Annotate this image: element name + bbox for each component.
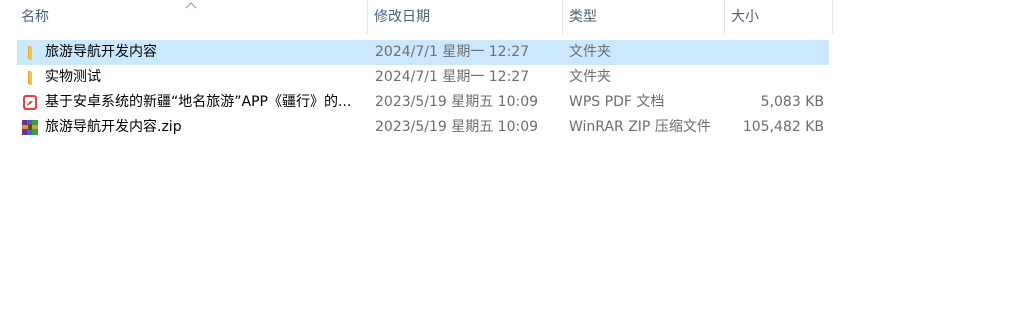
file-size <box>727 65 824 90</box>
column-header-name-label: 名称 <box>21 9 49 25</box>
file-size: 105,482 KB <box>742 119 824 135</box>
file-size: 5,083 KB <box>760 94 824 110</box>
column-header-row: 名称 修改日期 类型 大小 <box>0 0 834 34</box>
file-name: 实物测试 <box>45 69 101 85</box>
winrar-zip-icon <box>21 119 39 136</box>
file-date: 2023/5/19 星期五 10:09 <box>375 119 539 135</box>
file-list: 旅游导航开发内容 2024/7/1 星期一 12:27 文件夹 实物测试 202… <box>17 40 829 140</box>
folder-icon <box>21 69 39 86</box>
column-header-type-label: 类型 <box>569 9 597 25</box>
file-type: 文件夹 <box>569 44 611 60</box>
file-row[interactable]: 旅游导航开发内容.zip 2023/5/19 星期五 10:09 WinRAR … <box>17 115 829 140</box>
column-divider[interactable] <box>832 0 833 34</box>
column-header-size[interactable]: 大小 <box>725 0 833 34</box>
column-header-type[interactable]: 类型 <box>563 0 725 34</box>
file-row[interactable]: 旅游导航开发内容 2024/7/1 星期一 12:27 文件夹 <box>17 40 829 65</box>
file-type: WPS PDF 文档 <box>569 94 665 110</box>
file-date: 2024/7/1 星期一 12:27 <box>375 44 530 60</box>
folder-icon <box>21 44 39 61</box>
file-name: 旅游导航开发内容 <box>45 44 157 60</box>
file-type: 文件夹 <box>569 69 611 85</box>
file-row[interactable]: 实物测试 2024/7/1 星期一 12:27 文件夹 <box>17 65 829 90</box>
file-explorer-details-view: 名称 修改日期 类型 大小 旅游导航开发内容 2024/7/1 星期一 12:2… <box>0 0 1024 311</box>
column-header-date[interactable]: 修改日期 <box>368 0 563 34</box>
pdf-icon <box>21 94 39 111</box>
file-size <box>727 40 824 65</box>
file-date: 2024/7/1 星期一 12:27 <box>375 69 530 85</box>
column-header-date-label: 修改日期 <box>374 9 430 25</box>
file-date: 2023/5/19 星期五 10:09 <box>375 94 539 110</box>
sort-ascending-icon <box>184 0 198 9</box>
file-name: 旅游导航开发内容.zip <box>45 119 182 135</box>
file-type: WinRAR ZIP 压缩文件 <box>569 119 711 135</box>
column-header-size-label: 大小 <box>731 9 759 25</box>
file-name: 基于安卓系统的新疆“地名旅游”APP《疆行》的... <box>45 94 352 110</box>
file-row[interactable]: 基于安卓系统的新疆“地名旅游”APP《疆行》的... 2023/5/19 星期五… <box>17 90 829 115</box>
